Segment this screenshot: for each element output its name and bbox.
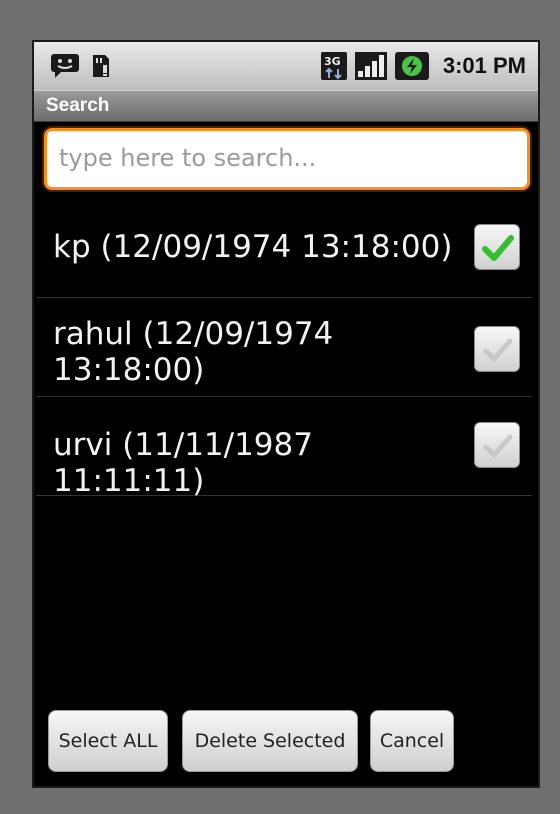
list-item-label: rahul (12/09/1974 13:18:00)	[53, 316, 334, 388]
cancel-button[interactable]: Cancel	[370, 710, 454, 772]
item-checkbox[interactable]	[474, 422, 520, 468]
status-bar: 3G 3:01 PM	[34, 42, 538, 90]
status-bar-right: 3G 3:01 PM	[320, 42, 526, 90]
list-item-label: kp (12/09/1974 13:18:00)	[53, 229, 453, 265]
title-bar: Search	[34, 90, 538, 122]
svg-text:3G: 3G	[324, 55, 341, 68]
list-item[interactable]: rahul (12/09/1974 13:18:00)	[36, 298, 532, 397]
sd-card-warning-icon	[90, 53, 112, 79]
signal-bars-icon	[354, 52, 387, 80]
phone-screen: 3G 3:01 PM Search type here to search...…	[32, 40, 540, 788]
status-bar-left	[50, 42, 112, 90]
clock-time: 3:01 PM	[442, 53, 526, 78]
results-list: kp (12/09/1974 13:18:00) rahul (12/09/19…	[34, 199, 538, 499]
3g-data-icon: 3G	[320, 52, 347, 80]
item-checkbox[interactable]	[474, 224, 520, 270]
battery-charging-icon	[394, 52, 429, 80]
list-item[interactable]: urvi (11/11/1987 11:11:11)	[36, 397, 532, 499]
checkmark-checked-icon	[482, 235, 514, 261]
search-box	[44, 128, 530, 190]
search-input[interactable]	[57, 137, 521, 179]
checkmark-unchecked-icon	[483, 338, 513, 362]
chat-notification-icon	[50, 53, 80, 79]
checkmark-unchecked-icon	[483, 434, 513, 458]
delete-selected-button[interactable]: Delete Selected	[182, 710, 358, 772]
page-title: Search	[46, 95, 110, 116]
list-item-label: urvi (11/11/1987 11:11:11)	[53, 427, 313, 499]
action-buttons: Select ALL Delete Selected Cancel	[48, 710, 528, 772]
list-item[interactable]: kp (12/09/1974 13:18:00)	[36, 199, 532, 298]
select-all-button[interactable]: Select ALL	[48, 710, 168, 772]
item-checkbox[interactable]	[474, 326, 520, 372]
